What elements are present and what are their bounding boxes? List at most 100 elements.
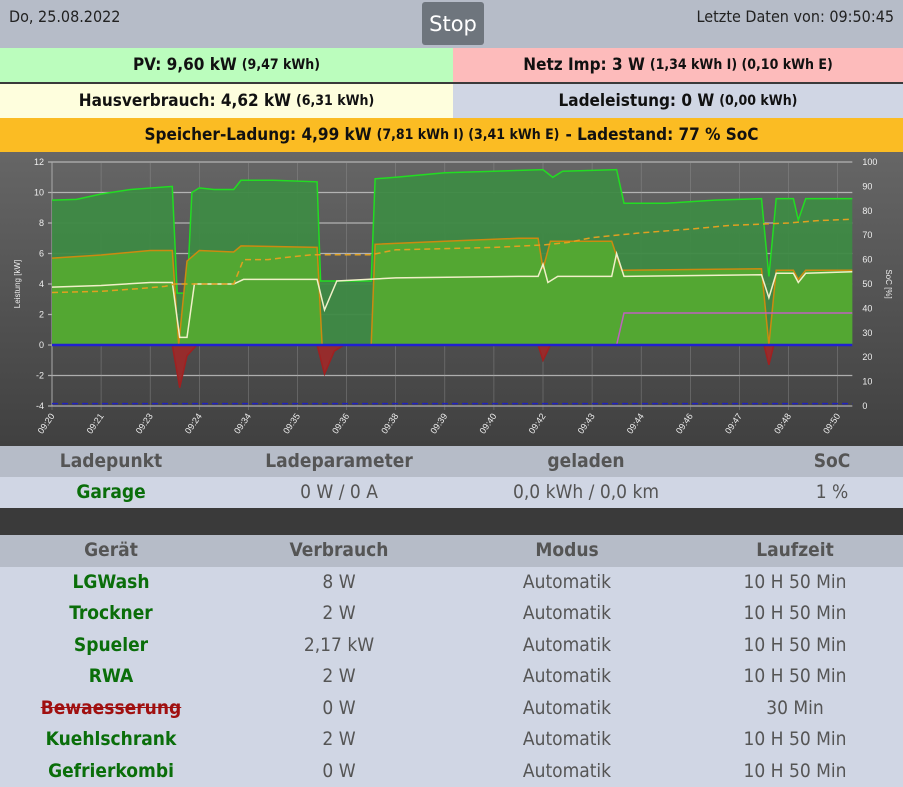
device-mode[interactable]: Automatik bbox=[523, 697, 611, 719]
x-tick-label: 09:21 bbox=[85, 411, 106, 435]
device-mode[interactable]: Automatik bbox=[523, 665, 611, 687]
pv-power: PV: 9,60 kW bbox=[133, 55, 237, 75]
device-runtime: 30 Min bbox=[766, 697, 824, 719]
y-tick-label: 12 bbox=[34, 157, 44, 167]
y2-tick-label: 100 bbox=[862, 157, 877, 167]
series-line-netz bbox=[52, 345, 852, 388]
device-consumption: 2 W bbox=[322, 602, 355, 624]
device-consumption: 8 W bbox=[322, 571, 355, 593]
y-tick-label: -2 bbox=[36, 371, 44, 381]
x-tick-label: 09:40 bbox=[477, 411, 498, 435]
y2-tick-label: 10 bbox=[862, 377, 872, 387]
device-consumption: 2 W bbox=[322, 728, 355, 750]
device-consumption: 0 W bbox=[322, 760, 355, 782]
grid-summary: Netz Imp: 3 W (1,34 kWh I) (0,10 kWh E) bbox=[453, 48, 903, 82]
charge-point-name[interactable]: Garage bbox=[76, 481, 145, 503]
battery-energy: (7,81 kWh I) (3,41 kWh E) bbox=[377, 127, 560, 143]
x-tick-label: 09:20 bbox=[36, 411, 57, 435]
table-row[interactable]: Kuehlschrank 2 W Automatik 10 H 50 Min bbox=[0, 724, 903, 756]
device-name[interactable]: RWA bbox=[89, 665, 133, 687]
device-mode[interactable]: Automatik bbox=[523, 728, 611, 750]
house-summary: Hausverbrauch: 4,62 kW(6,31 kWh) bbox=[0, 84, 453, 118]
table-row[interactable]: RWA 2 W Automatik 10 H 50 Min bbox=[0, 661, 903, 693]
house-power: Hausverbrauch: 4,62 kW bbox=[79, 91, 291, 111]
device-mode[interactable]: Automatik bbox=[523, 571, 611, 593]
table-header: Ladepunkt Ladeparameter geladen SoC bbox=[0, 446, 903, 477]
device-name[interactable]: Spueler bbox=[74, 634, 148, 656]
date-label: Do, 25.08.2022 bbox=[9, 7, 120, 26]
battery-power: Speicher-Ladung: 4,99 kW bbox=[144, 125, 371, 145]
header-ladeparameter: Ladeparameter bbox=[265, 450, 413, 472]
device-mode[interactable]: Automatik bbox=[523, 602, 611, 624]
x-tick-label: 09:44 bbox=[625, 411, 646, 435]
ev-soc: 1 % bbox=[816, 481, 849, 503]
header-modus: Modus bbox=[535, 539, 598, 561]
x-tick-label: 09:43 bbox=[576, 411, 597, 435]
device-mode[interactable]: Automatik bbox=[523, 760, 611, 782]
top-bar: Do, 25.08.2022 Stop Letzte Daten von: 09… bbox=[0, 0, 903, 48]
table-row[interactable]: Garage 0 W / 0 A 0,0 kWh / 0,0 km 1 % bbox=[0, 477, 903, 508]
table-row[interactable]: LGWash 8 W Automatik 10 H 50 Min bbox=[0, 567, 903, 599]
header-ladepunkt: Ladepunkt bbox=[60, 450, 162, 472]
series-area-netz bbox=[52, 345, 852, 388]
y-tick-label: 0 bbox=[39, 340, 44, 350]
table-row[interactable]: Bewaesserung 0 W Automatik 30 Min bbox=[0, 693, 903, 725]
table-row[interactable]: Trockner 2 W Automatik 10 H 50 Min bbox=[0, 598, 903, 630]
device-consumption: 2 W bbox=[322, 665, 355, 687]
device-runtime: 10 H 50 Min bbox=[744, 665, 847, 687]
y2-tick-label: 50 bbox=[862, 279, 872, 289]
charge-point-table: Ladepunkt Ladeparameter geladen SoC Gara… bbox=[0, 446, 903, 508]
y2-tick-label: 0 bbox=[862, 401, 867, 411]
y-tick-label: 2 bbox=[39, 310, 44, 320]
x-tick-label: 09:47 bbox=[723, 411, 744, 435]
y-tick-label: 8 bbox=[39, 218, 44, 228]
y-axis-label: Leistung [kW] bbox=[13, 260, 22, 308]
device-runtime: 10 H 50 Min bbox=[744, 571, 847, 593]
device-runtime: 10 H 50 Min bbox=[744, 602, 847, 624]
device-mode[interactable]: Automatik bbox=[523, 634, 611, 656]
device-name[interactable]: Trockner bbox=[69, 602, 152, 624]
device-name[interactable]: LGWash bbox=[73, 571, 150, 593]
header-verbrauch: Verbrauch bbox=[290, 539, 389, 561]
header-soc: SoC bbox=[814, 450, 851, 472]
charged: 0,0 kWh / 0,0 km bbox=[513, 481, 659, 503]
device-name[interactable]: Gefrierkombi bbox=[48, 760, 174, 782]
header-geraet: Gerät bbox=[84, 539, 138, 561]
stop-button[interactable]: Stop bbox=[422, 2, 484, 45]
x-tick-label: 09:38 bbox=[379, 411, 400, 435]
x-tick-label: 09:23 bbox=[134, 411, 155, 435]
y2-tick-label: 60 bbox=[862, 255, 872, 265]
x-tick-label: 09:35 bbox=[281, 411, 302, 435]
y2-tick-label: 30 bbox=[862, 328, 872, 338]
device-runtime: 10 H 50 Min bbox=[744, 728, 847, 750]
y-tick-label: 10 bbox=[34, 188, 44, 198]
table-row[interactable]: Spueler 2,17 kW Automatik 10 H 50 Min bbox=[0, 630, 903, 662]
header-geladen: geladen bbox=[547, 450, 624, 472]
y2-axis-label: SoC [%] bbox=[884, 269, 893, 298]
device-name[interactable]: Bewaesserung bbox=[41, 697, 182, 719]
device-consumption: 2,17 kW bbox=[304, 634, 374, 656]
device-consumption: 0 W bbox=[322, 697, 355, 719]
y2-tick-label: 70 bbox=[862, 230, 872, 240]
x-tick-label: 09:36 bbox=[330, 411, 351, 435]
charge-params: 0 W / 0 A bbox=[300, 481, 378, 503]
y2-tick-label: 90 bbox=[862, 181, 872, 191]
x-tick-label: 09:39 bbox=[428, 411, 449, 435]
last-data-label: Letzte Daten von: 09:50:45 bbox=[697, 7, 894, 26]
y-tick-label: 6 bbox=[39, 249, 44, 259]
device-runtime: 10 H 50 Min bbox=[744, 634, 847, 656]
x-tick-label: 09:42 bbox=[527, 411, 548, 435]
device-name[interactable]: Kuehlschrank bbox=[46, 728, 177, 750]
table-row[interactable]: Gefrierkombi 0 W Automatik 10 H 50 Min bbox=[0, 756, 903, 787]
y-tick-label: -4 bbox=[36, 401, 44, 411]
y-tick-label: 4 bbox=[39, 279, 44, 289]
power-chart[interactable]: 121086420-2-4100908070605040302010009:20… bbox=[0, 152, 903, 446]
y2-tick-label: 20 bbox=[862, 352, 872, 362]
grid-energy: (1,34 kWh I) (0,10 kWh E) bbox=[650, 57, 833, 73]
battery-summary: Speicher-Ladung: 4,99 kW (7,81 kWh I) (3,… bbox=[0, 118, 903, 152]
x-tick-label: 09:48 bbox=[772, 411, 793, 435]
grid-power: Netz Imp: 3 W bbox=[523, 55, 645, 75]
pv-energy: (9,47 kWh) bbox=[242, 57, 320, 73]
charging-power: Ladeleistung: 0 W bbox=[559, 91, 715, 111]
device-runtime: 10 H 50 Min bbox=[744, 760, 847, 782]
